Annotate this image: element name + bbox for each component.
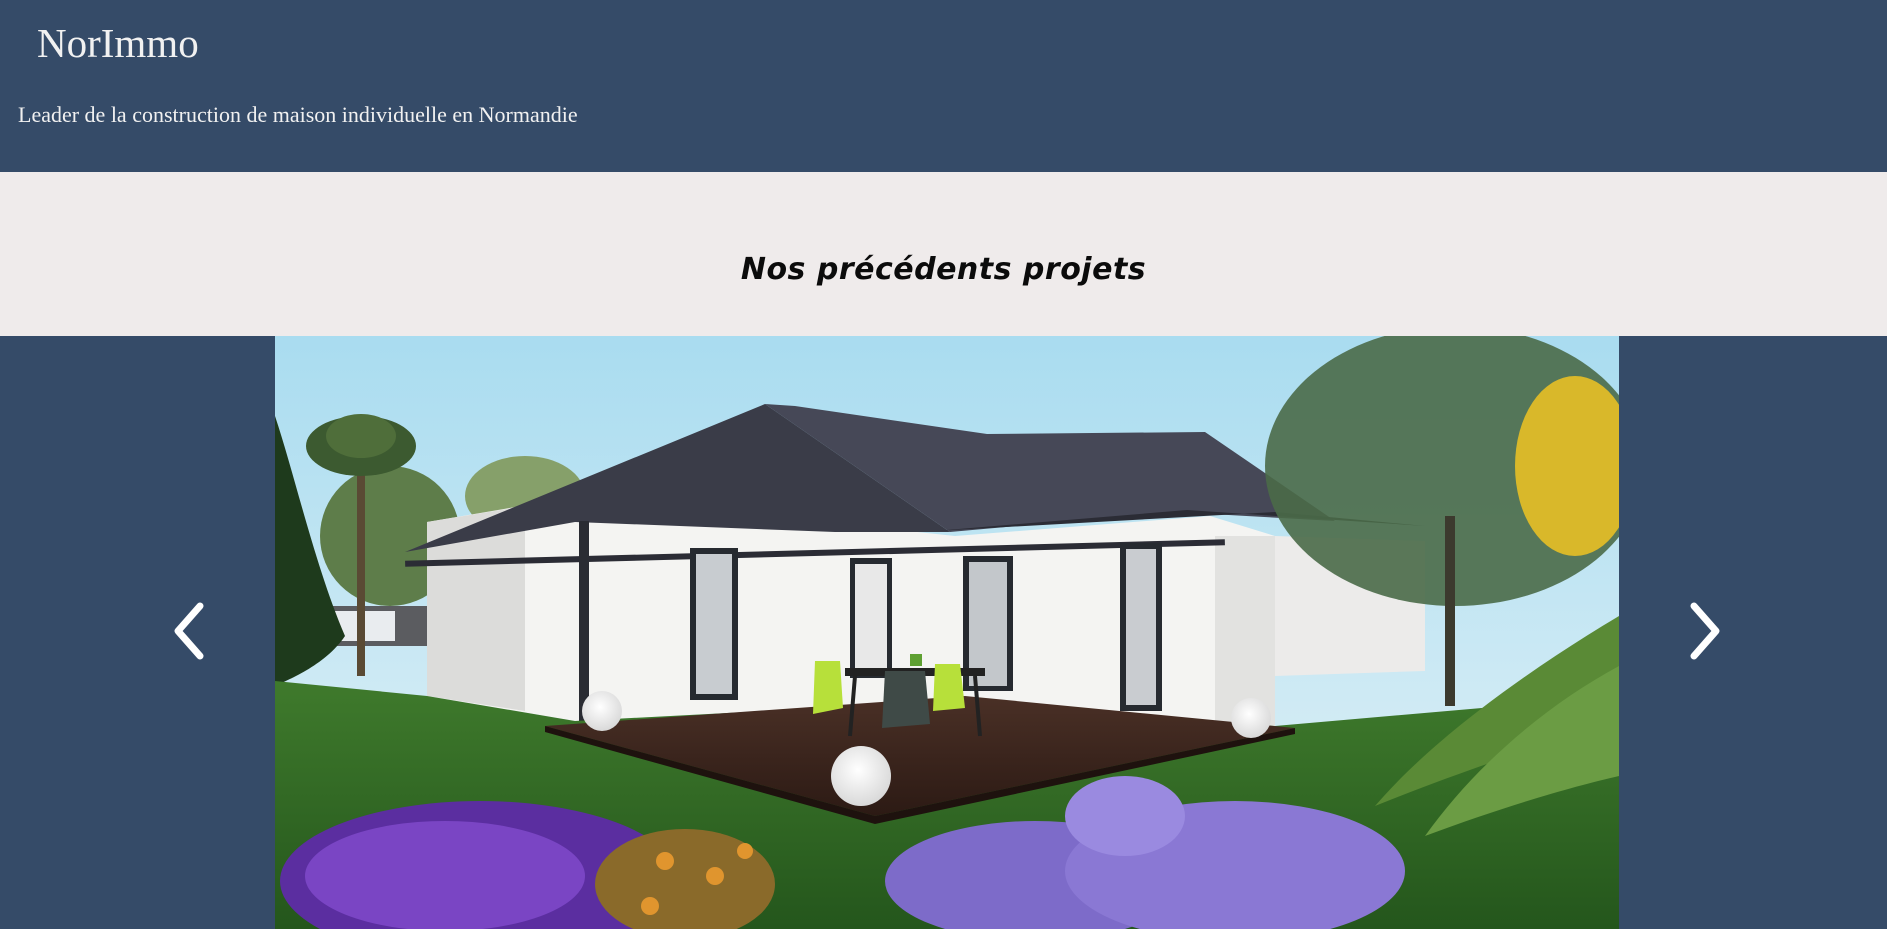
site-tagline: Leader de la construction de maison indi… [18,102,578,127]
chevron-right-icon [1690,602,1720,660]
site-header: NorImmo Leader de la construction de mai… [0,0,1887,172]
house-render-image [275,336,1619,929]
site-brand[interactable]: NorImmo [37,18,199,68]
carousel-slide-image [275,336,1619,929]
projects-heading-band: Nos précédents projets [0,172,1887,336]
chevron-left-icon [174,602,204,660]
projects-carousel [0,336,1887,929]
projects-title: Nos précédents projets [740,252,1147,287]
carousel-prev-button[interactable] [162,598,222,664]
carousel-next-button[interactable] [1672,598,1732,664]
